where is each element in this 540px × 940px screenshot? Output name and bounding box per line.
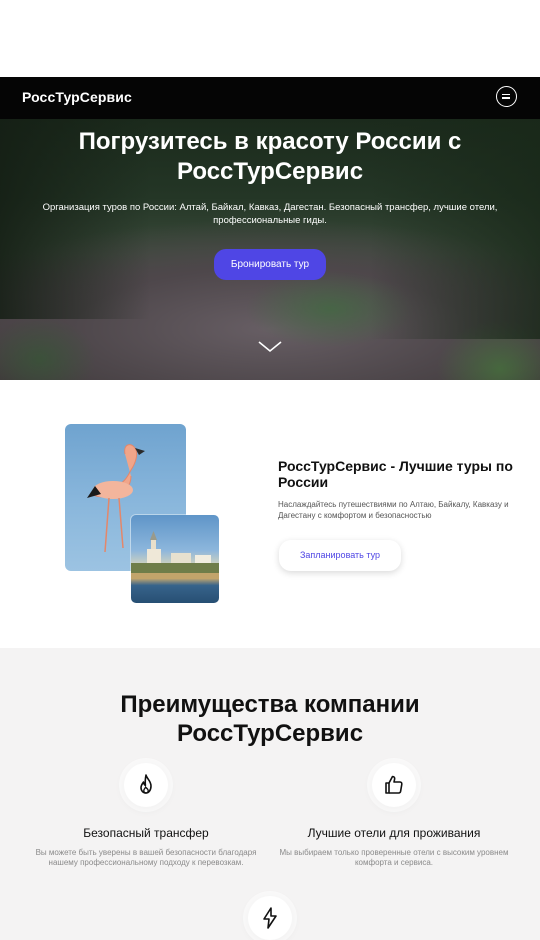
intro-description: Наслаждайтесь путешествиями по Алтаю, Ба… — [278, 500, 509, 520]
town-photo — [131, 515, 219, 603]
town-illustration — [131, 531, 219, 579]
navbar: РоссТурСервис — [0, 77, 540, 119]
benefit-icon-circle — [248, 896, 292, 940]
benefit-text-hotels: Мы выбираем только проверенные отели с в… — [279, 848, 509, 867]
hero-subtitle: Организация туров по России: Алтай, Байк… — [42, 202, 498, 226]
brand-logo[interactable]: РоссТурСервис — [22, 89, 132, 105]
plan-tour-button[interactable]: Запланировать тур — [279, 540, 401, 571]
lightning-icon — [263, 907, 277, 929]
intro-section: РоссТурСервис - Лучшие туры по России На… — [0, 380, 540, 648]
menu-button[interactable] — [496, 86, 517, 107]
benefits-section: Преимущества компании РоссТурСервис Безо… — [0, 648, 540, 940]
hero-section: Погрузитесь в красоту России с РоссТурСе… — [0, 119, 540, 380]
hero-title: Погрузитесь в красоту России с РоссТурСе… — [78, 128, 462, 185]
benefit-icon-circle — [372, 763, 416, 807]
book-tour-button[interactable]: Бронировать тур — [214, 249, 326, 280]
top-blank-area — [0, 0, 540, 77]
thumbs-up-icon — [385, 775, 403, 794]
benefits-title: Преимущества компании РоссТурСервис — [120, 691, 420, 747]
flame-icon — [140, 774, 152, 794]
benefit-icon-circle — [124, 763, 168, 807]
benefit-title-transfer: Безопасный трансфер — [83, 826, 209, 840]
benefit-text-transfer: Вы можете быть уверены в вашей безопасно… — [35, 848, 257, 867]
intro-title: РоссТурСервис - Лучшие туры по России — [278, 458, 513, 490]
chevron-down-icon[interactable] — [258, 341, 282, 353]
benefit-title-hotels: Лучшие отели для проживания — [307, 826, 481, 840]
